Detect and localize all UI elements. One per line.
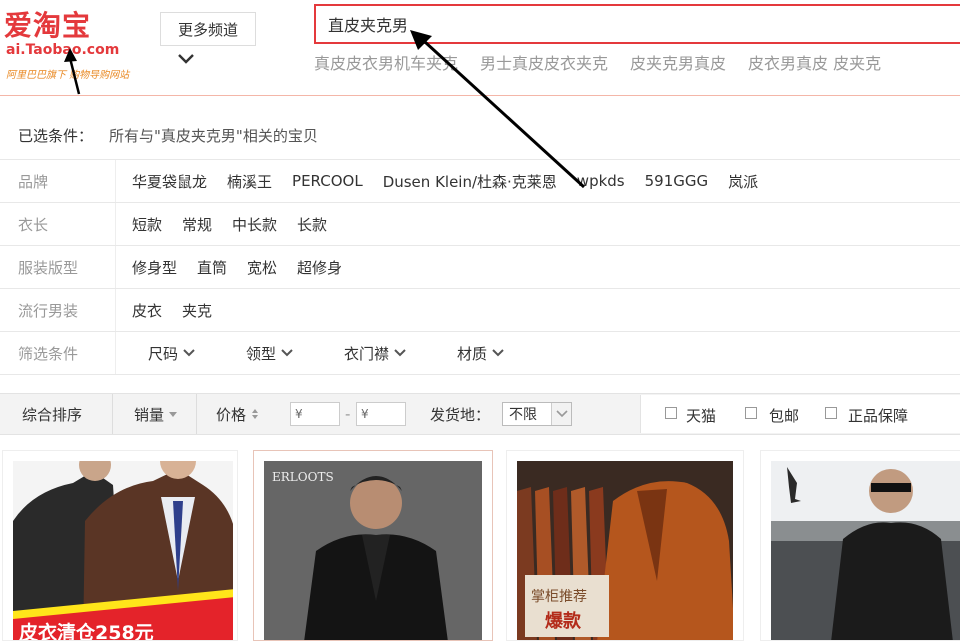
filter-option[interactable]: Dusen Klein/杜森·克莱恩 [383,171,557,192]
search-box[interactable] [314,4,960,44]
dropdown-label: 材质 [457,344,488,363]
selected-conditions-label: 已选条件： [18,127,94,145]
logo-main-text: 爱淘宝 [4,9,92,42]
price-min-input[interactable]: ¥ [290,402,340,426]
filter-row-label: 流行男装 [0,289,116,331]
free-shipping-checkbox[interactable] [745,407,757,419]
filter-row-fit: 服装版型 修身型 直筒 宽松 超修身 [0,246,960,289]
sort-down-icon [169,412,178,417]
sort-price-label: 价格 [216,405,247,424]
search-input[interactable] [328,14,928,33]
filter-option[interactable]: 长款 [297,214,327,235]
chevron-down-icon [394,349,406,357]
filter-row-label: 服装版型 [0,246,116,288]
header: 爱淘宝 ai.Taobao.com 阿里巴巴旗下 购物导购网站 更多频道 真皮皮… [0,0,960,96]
filter-option[interactable]: 皮衣 [132,300,162,321]
sort-bar: 综合排序 销量 价格 ¥ - ¥ 发货地： 不限 天猫 包邮 正品保障 [0,393,960,435]
filter-option[interactable]: 短款 [132,214,162,235]
material-dropdown[interactable]: 材质 [457,343,505,364]
chevron-down-icon [183,349,195,357]
ship-from-label: 发货地： [430,405,491,424]
sort-updown-icon [252,409,259,419]
filter-option[interactable]: 修身型 [132,257,177,278]
filter-option[interactable]: 楠溪王 [227,171,272,192]
free-shipping-label[interactable]: 包邮 [769,405,799,426]
service-filters: 天猫 包邮 正品保障 [640,395,960,433]
filter-row-length: 衣长 短款 常规 中长款 长款 [0,203,960,246]
genuine-checkbox[interactable] [825,407,837,419]
divider [112,394,113,434]
filter-row-label: 衣长 [0,203,116,245]
search-suggestions: 真皮皮衣男机车夹克 男士真皮皮衣夹克 皮夹克男真皮 皮衣男真皮 皮夹克 [314,50,881,74]
chevron-down-icon[interactable] [177,52,195,66]
filter-row-brand: 品牌 华夏袋鼠龙 楠溪王 PERCOOL Dusen Klein/杜森·克莱恩 … [0,160,960,203]
size-dropdown[interactable]: 尺码 [148,343,196,364]
logo-slogan: 阿里巴巴旗下 购物导购网站 [6,70,130,81]
genuine-label[interactable]: 正品保障 [848,405,908,426]
filter-option[interactable]: 岚派 [728,171,758,192]
filter-option[interactable]: 超修身 [297,257,342,278]
product-card[interactable]: 皮衣清仓258元 [2,450,238,641]
sort-comprehensive[interactable]: 综合排序 [22,394,82,434]
product-card[interactable]: ERLOOTS [253,450,493,641]
price-dash: - [345,405,351,423]
dropdown-label: 领型 [246,344,277,363]
placket-dropdown[interactable]: 衣门襟 [344,343,407,364]
filter-option[interactable]: 宽松 [247,257,277,278]
selected-conditions-value: 所有与"真皮夹克男"相关的宝贝 [109,127,318,145]
product-brand: ERLOOTS [272,470,334,484]
product-image[interactable]: 皮衣清仓258元 [13,461,233,640]
sort-sales[interactable]: 销量 [134,394,178,434]
filter-option[interactable]: 中长款 [232,214,277,235]
filter-option[interactable]: 直筒 [197,257,227,278]
tmall-label[interactable]: 天猫 [686,405,716,426]
suggestion-link[interactable]: 男士真皮皮衣夹克 [480,50,608,74]
filter-option[interactable]: 华夏袋鼠龙 [132,171,207,192]
suggestion-link[interactable]: 皮衣男真皮 皮夹克 [748,50,881,74]
chevron-down-icon [492,349,504,357]
dropdown-label: 衣门襟 [344,344,390,363]
product-badge: 皮衣清仓258元 [19,621,154,640]
filter-row-style: 流行男装 皮衣 夹克 [0,289,960,332]
filter-option[interactable]: PERCOOL [292,172,363,190]
filter-panel: 已选条件： 所有与"真皮夹克男"相关的宝贝 品牌 华夏袋鼠龙 楠溪王 PERCO… [0,112,960,375]
product-badge-top: 掌柜推荐 [531,589,587,605]
filter-option[interactable]: 夹克 [182,300,212,321]
sort-sales-label: 销量 [134,405,165,424]
chevron-down-icon [551,403,571,425]
product-image[interactable] [771,461,960,640]
selected-conditions: 已选条件： 所有与"真皮夹克男"相关的宝贝 [0,112,960,160]
logo[interactable]: 爱淘宝 ai.Taobao.com 阿里巴巴旗下 购物导购网站 [4,4,144,90]
collar-dropdown[interactable]: 领型 [246,343,294,364]
product-image[interactable]: ERLOOTS [264,461,482,640]
filter-option[interactable]: wpkds [577,172,625,190]
product-badge-bottom: 爆款 [545,610,582,632]
product-image[interactable]: 掌柜推荐 爆款 [517,461,733,640]
product-grid: 皮衣清仓258元 ERLOOTS 掌柜推荐 爆款 [0,450,960,641]
price-max-input[interactable]: ¥ [356,402,406,426]
tmall-checkbox[interactable] [665,407,677,419]
filter-row-label: 品牌 [0,160,116,202]
logo-domain: ai.Taobao.com [6,42,120,58]
filter-option[interactable]: 591GGG [645,172,709,190]
product-card[interactable]: 掌柜推荐 爆款 [506,450,744,641]
chevron-down-icon [281,349,293,357]
sort-price[interactable]: 价格 [216,394,260,434]
product-card[interactable] [760,450,960,641]
divider [196,394,197,434]
ship-from-value: 不限 [509,407,537,423]
more-channels-button[interactable]: 更多频道 [160,12,256,46]
suggestion-link[interactable]: 皮夹克男真皮 [630,50,726,74]
filter-row-more: 筛选条件 尺码 领型 衣门襟 材质 [0,332,960,375]
filter-row-label: 筛选条件 [0,332,116,374]
ship-from-select[interactable]: 不限 [502,402,572,426]
dropdown-label: 尺码 [148,344,179,363]
filter-option[interactable]: 常规 [182,214,212,235]
suggestion-link[interactable]: 真皮皮衣男机车夹克 [314,50,458,74]
